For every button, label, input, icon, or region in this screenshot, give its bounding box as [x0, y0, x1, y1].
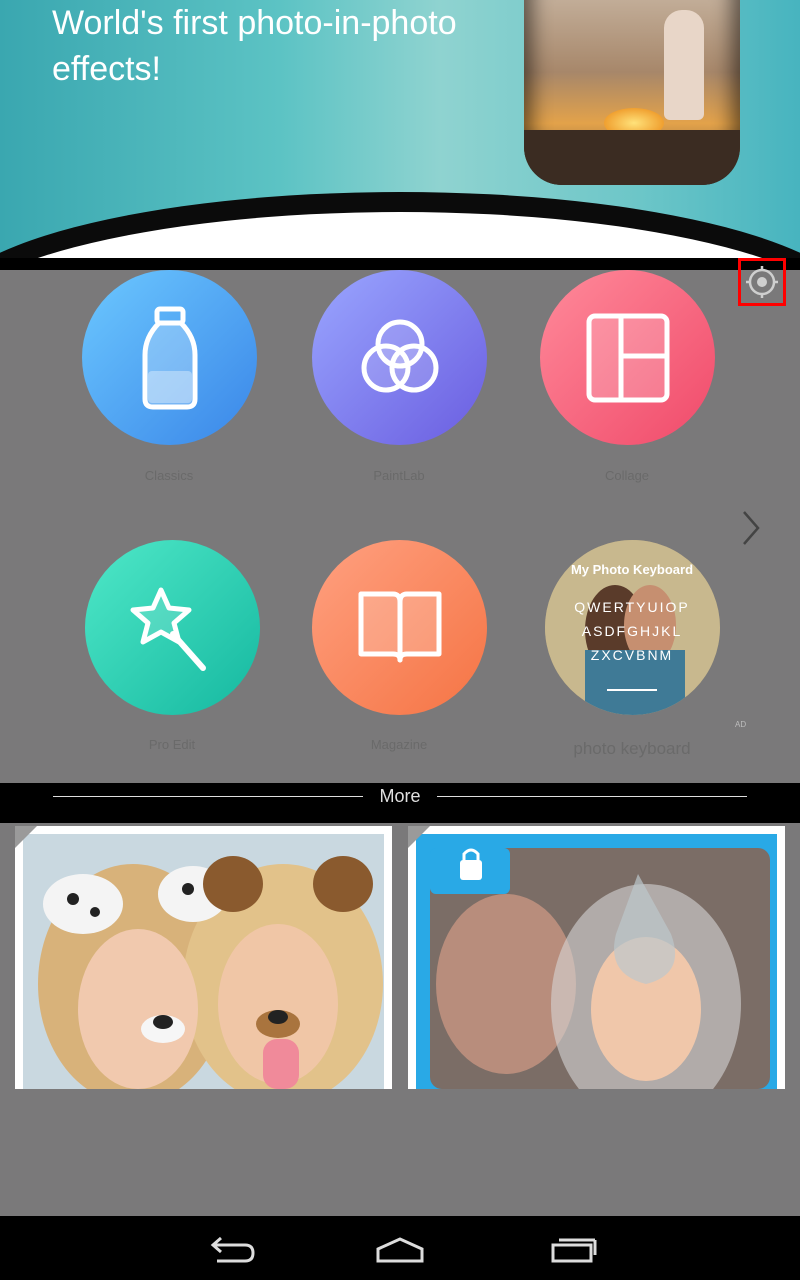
settings-button[interactable]	[738, 258, 786, 306]
pro-edit-button[interactable]	[85, 540, 260, 715]
chevron-right-icon	[743, 511, 760, 545]
photo-keyboard-label: photo keyboard	[573, 739, 691, 758]
banner-headline: World's first photo-in-photo effects!	[52, 4, 457, 88]
home-button[interactable]	[370, 1228, 430, 1272]
collage-grid-icon	[586, 313, 669, 402]
promo-card-lock-screen[interactable]	[408, 826, 785, 1089]
back-button[interactable]	[200, 1228, 260, 1272]
banner-jar-image	[524, 0, 740, 185]
collage-label: Collage	[604, 468, 650, 483]
promo-banner[interactable]: World's first photo-in-photo effects!	[0, 0, 800, 258]
ad-badge: AD	[735, 720, 747, 729]
back-arrow-icon	[210, 1236, 255, 1263]
recent-apps-button[interactable]	[542, 1228, 602, 1272]
jar-figure	[664, 10, 704, 120]
more-divider-left	[53, 796, 363, 797]
pro-edit-label: Pro Edit	[148, 737, 196, 752]
collage-button[interactable]	[540, 270, 715, 445]
divider-bar	[0, 258, 800, 270]
home-icon	[376, 1237, 424, 1263]
bottle-icon	[142, 306, 197, 409]
promo-card-dog-filter[interactable]	[15, 826, 392, 1089]
settings-icon	[746, 266, 778, 298]
ad-corner-badge-2	[408, 826, 430, 848]
lock-screen-image	[416, 834, 777, 1089]
keyboard-row-2: ASDFGHJKL	[582, 623, 682, 639]
magazine-label: Magazine	[370, 737, 428, 752]
classics-button[interactable]	[82, 270, 257, 445]
jar-sea	[524, 130, 740, 185]
keyboard-photo: My Photo Keyboard QWERTYUIOP ASDFGHJKL Z…	[545, 540, 720, 715]
dog-filter-image	[23, 834, 384, 1089]
paintlab-button[interactable]	[312, 270, 487, 445]
keyboard-row-1: QWERTYUIOP	[574, 599, 689, 615]
more-divider-right	[437, 796, 747, 797]
more-label: More	[379, 786, 421, 806]
magazine-button[interactable]	[312, 540, 487, 715]
recent-apps-icon	[551, 1238, 597, 1263]
keyboard-row-3: ZXCVBNM	[591, 647, 673, 663]
open-book-icon	[358, 591, 441, 662]
magic-wand-icon	[130, 587, 206, 671]
classics-label: Classics	[144, 468, 194, 483]
paintlab-label: PaintLab	[373, 468, 425, 483]
keyboard-ad-title: My Photo Keyboard	[571, 562, 693, 577]
ad-corner-badge	[15, 826, 37, 848]
next-page-button[interactable]	[732, 506, 772, 550]
triple-circles-icon	[361, 319, 438, 392]
photo-keyboard-ad-button[interactable]: My Photo Keyboard QWERTYUIOP ASDFGHJKL Z…	[545, 540, 720, 715]
